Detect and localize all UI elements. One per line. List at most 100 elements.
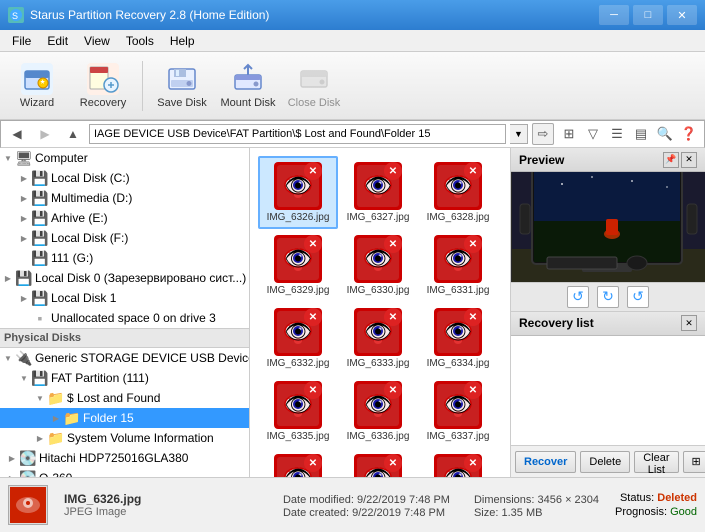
tree-q360[interactable]: ▶ 💽 Q-360 [0,468,249,477]
tree-fat-label: FAT Partition (111) [51,371,149,385]
file-icon: ✕ [354,162,402,210]
tree-local-c[interactable]: ▶ 💾 Local Disk (C:) [0,168,249,188]
view-details-button[interactable]: ▤ [630,123,652,145]
file-item-img6328[interactable]: ✕ IMG_6328.jpg [418,156,498,229]
menu-tools[interactable]: Tools [118,32,162,50]
deleted-marker: ✕ [384,162,402,180]
file-item-img6339[interactable]: ✕ IMG_6339.jpg [338,448,418,477]
tree-disk0-reserved[interactable]: ▶ 💾 Local Disk 0 (Зарезервировано сист..… [0,268,249,288]
menu-edit[interactable]: Edit [39,32,76,50]
harddisk-g-icon: 💾 [32,250,48,266]
preview-header-buttons[interactable]: 📌 ✕ [663,152,697,168]
fat-partition-icon: 💾 [32,370,48,386]
toolbar: Wizard Recovery Save Disk [0,52,705,120]
delete-button[interactable]: Delete [580,451,630,473]
wizard-button[interactable]: Wizard [8,58,66,114]
address-go-button[interactable]: ⇨ [532,123,554,145]
file-item-img6329[interactable]: ✕ IMG_6329.jpg [258,229,338,302]
status-modified: Date modified: 9/22/2019 7:48 PM [283,494,450,506]
status-bar: IMG_6326.jpg JPEG Image Date modified: 9… [0,477,705,532]
title-bar-left: S Starus Partition Recovery 2.8 (Home Ed… [8,7,269,23]
tree-unallocated-label: Unallocated space 0 on drive 3 [51,311,216,325]
expander-q360: ▶ [4,468,20,477]
recovery-actions: Recover Delete Clear List ⊞ ▼ [511,445,705,477]
menu-help[interactable]: Help [162,32,203,50]
help-button[interactable]: ❓ [678,123,700,145]
view-grid-button[interactable]: ⊞ [558,123,580,145]
file-icon: ✕ [434,235,482,283]
expander-multimedia: ▶ [16,188,32,208]
mount-disk-button[interactable]: Mount Disk [219,58,277,114]
file-item-img6336[interactable]: ✕ IMG_6336.jpg [338,375,418,448]
close-disk-button[interactable]: Close Disk [285,58,343,114]
forward-button[interactable]: ▶ [33,123,57,145]
hitachi-icon: 💽 [20,450,36,466]
close-button[interactable]: ✕ [667,5,697,25]
file-item-img6331[interactable]: ✕ IMG_6331.jpg [418,229,498,302]
status-filename: IMG_6326.jpg [64,492,267,506]
file-item-img6334[interactable]: ✕ IMG_6334.jpg [418,302,498,375]
refresh-btn-2[interactable]: ↻ [597,286,619,308]
tree-local-f[interactable]: ▶ 💾 Local Disk (F:) [0,228,249,248]
deleted-marker: ✕ [304,308,322,326]
tree-111-g[interactable]: 💾 111 (G:) [0,248,249,268]
menu-view[interactable]: View [76,32,118,50]
minimize-button[interactable]: ─ [599,5,629,25]
file-item-img6326[interactable]: ✕ IMG_6326.jpg [258,156,338,229]
back-button[interactable]: ◀ [5,123,29,145]
file-item-img6340[interactable]: ✕ IMG_6340.jpg [418,448,498,477]
expander-local-c: ▶ [16,168,32,188]
harddisk-icon: 💾 [32,170,48,186]
prognosis-value: Good [670,506,697,518]
up-button[interactable]: ▲ [61,123,85,145]
file-item-img6338[interactable]: ✕ IMG_6338.jpg [258,448,338,477]
view-list-button[interactable]: ☰ [606,123,628,145]
search-button[interactable]: 🔍 [654,123,676,145]
clear-list-button[interactable]: Clear List [634,451,678,473]
filter-button[interactable]: ▽ [582,123,604,145]
refresh-btn-1[interactable]: ↺ [567,286,589,308]
app-icon: S [8,7,24,23]
tree-local-disk1[interactable]: ▶ 💾 Local Disk 1 [0,288,249,308]
recovery-list-close-button[interactable]: ✕ [681,315,697,331]
status-filetype: JPEG Image [64,506,267,518]
tree-local-c-label: Local Disk (C:) [51,171,130,185]
window-controls[interactable]: ─ □ ✕ [599,5,697,25]
recover-button[interactable]: Recover [515,451,576,473]
tree-q360-label: Q-360 [39,471,72,477]
tree-hitachi[interactable]: ▶ 💽 Hitachi HDP725016GLA380 [0,448,249,468]
mount-disk-label: Mount Disk [220,97,275,109]
computer-icon: 🖥 [16,150,32,166]
recovery-button[interactable]: Recovery [74,58,132,114]
tree-arhive-e[interactable]: ▶ 💾 Arhive (E:) [0,208,249,228]
file-item-img6332[interactable]: ✕ IMG_6332.jpg [258,302,338,375]
grid-view-button[interactable]: ⊞ [683,451,705,473]
tree-fat-partition[interactable]: ▼ 💾 FAT Partition (111) [0,368,249,388]
preview-pin-button[interactable]: 📌 [663,152,679,168]
harddisk-multimedia-icon: 💾 [32,190,48,206]
address-input[interactable] [89,124,506,144]
preview-close-button[interactable]: ✕ [681,152,697,168]
tree-folder-15[interactable]: ▶ 📁 Folder 15 [0,408,249,428]
tree-sys-vol-info[interactable]: ▶ 📁 System Volume Information [0,428,249,448]
file-item-img6333[interactable]: ✕ IMG_6333.jpg [338,302,418,375]
tree-multimedia-d[interactable]: ▶ 💾 Multimedia (D:) [0,188,249,208]
file-name: IMG_6329.jpg [267,285,330,296]
tree-computer[interactable]: ▼ 🖥 Computer [0,148,249,168]
menu-file[interactable]: File [4,32,39,50]
tree-lost-found[interactable]: ▼ 📁 $ Lost and Found [0,388,249,408]
address-dropdown[interactable]: ▼ [510,124,528,144]
file-icon: ✕ [434,308,482,356]
tree-111-g-label: 111 (G:) [51,251,93,265]
file-item-img6330[interactable]: ✕ IMG_6330.jpg [338,229,418,302]
refresh-btn-3[interactable]: ↺ [627,286,649,308]
file-item-img6335[interactable]: ✕ IMG_6335.jpg [258,375,338,448]
save-disk-button[interactable]: Save Disk [153,58,211,114]
tree-unallocated[interactable]: ▪ Unallocated space 0 on drive 3 [0,308,249,328]
file-item-img6337[interactable]: ✕ IMG_6337.jpg [418,375,498,448]
maximize-button[interactable]: □ [633,5,663,25]
expander-arhive: ▶ [16,208,32,228]
file-item-img6327[interactable]: ✕ IMG_6327.jpg [338,156,418,229]
file-icon: ✕ [274,235,322,283]
tree-generic-usb[interactable]: ▼ 🔌 Generic STORAGE DEVICE USB Device [0,348,249,368]
